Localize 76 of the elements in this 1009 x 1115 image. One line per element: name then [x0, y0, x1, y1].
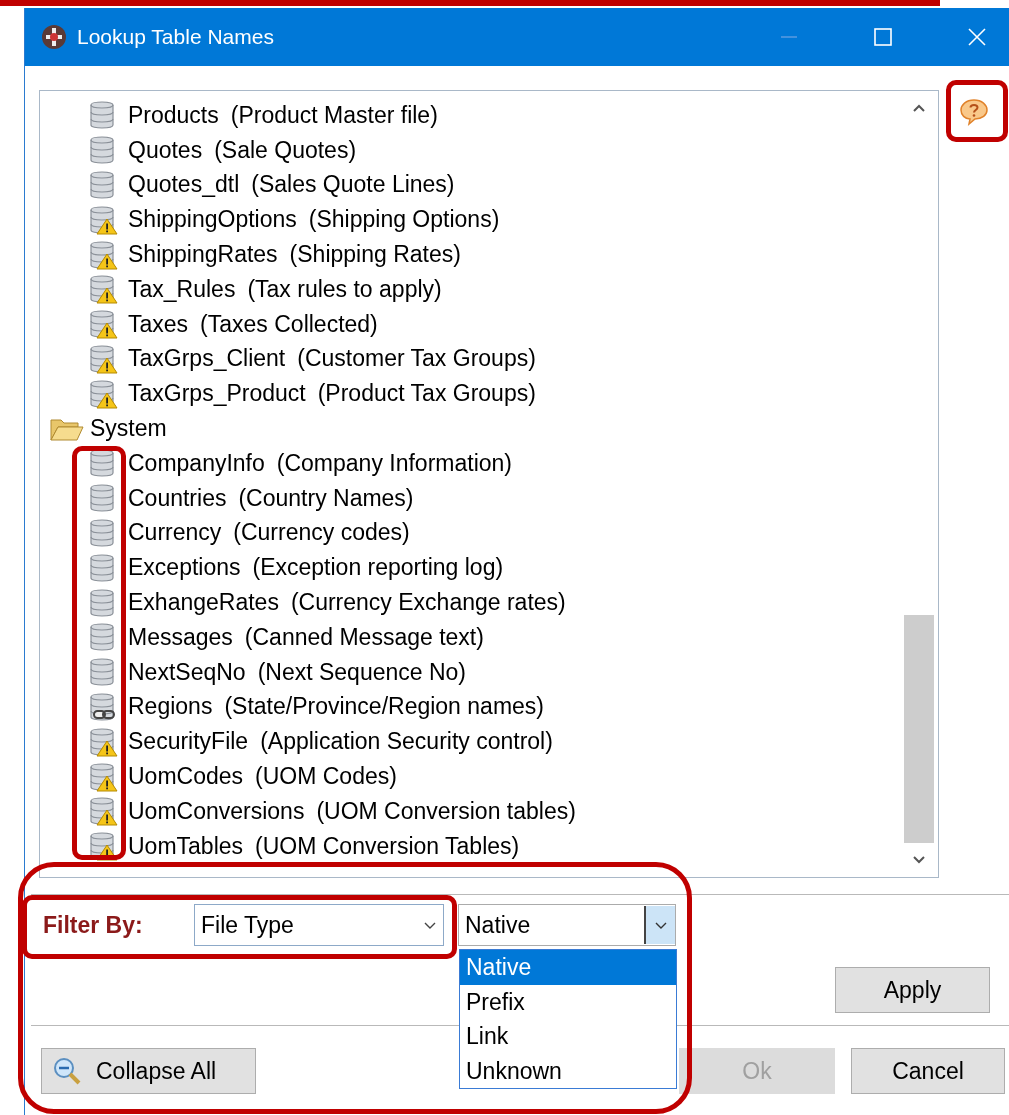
- table-name[interactable]: Countries: [128, 484, 227, 512]
- table-description: (Sale Quotes): [214, 136, 357, 164]
- table-name[interactable]: Currency: [128, 519, 222, 547]
- scroll-down-icon[interactable]: [912, 855, 926, 865]
- database-warning-icon: [88, 204, 118, 235]
- table-description: (Canned Message text): [244, 623, 484, 651]
- filter-field-dropdown[interactable]: File Type: [194, 904, 444, 946]
- table-name[interactable]: TaxGrps_Client: [128, 345, 286, 373]
- dropdown-option[interactable]: Unknown: [460, 1053, 676, 1088]
- chevron-icon: [653, 920, 668, 930]
- zoom-out-icon: [52, 1056, 82, 1086]
- folder-name[interactable]: System: [90, 415, 167, 443]
- table-description: (Currency codes): [233, 519, 410, 547]
- table-description: (Customer Tax Groups): [297, 345, 536, 373]
- database-link-icon: [88, 691, 118, 722]
- table-name[interactable]: Quotes: [128, 136, 203, 164]
- table-description: (UOM Conversion Tables): [255, 832, 520, 860]
- table-name[interactable]: ExhangeRates: [128, 589, 279, 617]
- collapse-all-button[interactable]: Collapse All: [41, 1048, 256, 1094]
- database-warning-icon: [88, 274, 118, 305]
- table-description: (Tax rules to apply): [247, 275, 442, 303]
- table-description: (Next Sequence No): [257, 658, 466, 686]
- table-description: (Application Security control): [260, 728, 553, 756]
- table-description: (Currency Exchange rates): [290, 589, 566, 617]
- dropdown-option[interactable]: Prefix: [460, 984, 676, 1019]
- dropdown-option[interactable]: Link: [460, 1019, 676, 1054]
- table-name[interactable]: CompanyInfo: [128, 449, 265, 477]
- table-name[interactable]: UomCodes: [128, 763, 244, 791]
- table-name[interactable]: UomTables: [128, 832, 244, 860]
- database-warning-icon: [88, 726, 118, 757]
- cancel-button[interactable]: Cancel: [851, 1048, 1005, 1094]
- table-name[interactable]: Exceptions: [128, 554, 241, 582]
- app-icon: [41, 24, 67, 50]
- database-warning-icon: [88, 378, 118, 409]
- database-warning-icon: [88, 831, 118, 862]
- table-description: (Taxes Collected): [200, 310, 378, 338]
- apply-button[interactable]: Apply: [835, 967, 990, 1013]
- table-description: (UOM Conversion tables): [316, 797, 576, 825]
- table-name[interactable]: Products: [128, 101, 219, 129]
- table-description: (State/Province/Region names): [224, 693, 544, 721]
- table-name[interactable]: Tax_Rules: [128, 275, 236, 303]
- table-description: (Company Information): [276, 449, 512, 477]
- help-icon[interactable]: [959, 98, 989, 126]
- table-name[interactable]: UomConversions: [128, 797, 305, 825]
- dropdown-button[interactable]: [644, 906, 675, 944]
- table-name[interactable]: Quotes_dtl: [128, 171, 240, 199]
- table-name[interactable]: ShippingOptions: [128, 206, 297, 234]
- window-title: Lookup Table Names: [77, 25, 274, 49]
- database-warning-icon: [88, 309, 118, 340]
- table-description: (Country Names): [238, 484, 414, 512]
- maximize-icon[interactable]: [873, 27, 893, 47]
- close-icon[interactable]: [967, 27, 987, 47]
- table-description: (Shipping Rates): [289, 241, 461, 269]
- table-name[interactable]: Taxes: [128, 310, 189, 338]
- table-description: (Product Tax Groups): [317, 380, 536, 408]
- table-description: (UOM Codes): [255, 763, 397, 791]
- database-warning-icon: [88, 761, 118, 792]
- table-description: (Exception reporting log): [252, 554, 504, 582]
- table-name[interactable]: TaxGrps_Product: [128, 380, 306, 408]
- scrollbar-thumb[interactable]: [904, 615, 934, 843]
- table-description: (Product Master file): [230, 101, 438, 129]
- filter-label: Filter By:: [43, 911, 144, 939]
- database-warning-icon: [88, 343, 118, 374]
- table-name[interactable]: NextSeqNo: [128, 658, 246, 686]
- dropdown-option[interactable]: Native: [460, 950, 676, 985]
- table-name[interactable]: Regions: [128, 693, 213, 721]
- database-warning-icon: [88, 239, 118, 270]
- table-name[interactable]: Messages: [128, 623, 233, 651]
- table-description: (Sales Quote Lines): [251, 171, 455, 199]
- database-warning-icon: [88, 796, 118, 827]
- scroll-up-icon[interactable]: [912, 103, 926, 113]
- highlight-frame: [946, 80, 1008, 142]
- chevron-icon: [423, 920, 437, 930]
- table-name[interactable]: ShippingRates: [128, 241, 278, 269]
- table-name[interactable]: SecurityFile: [128, 728, 249, 756]
- table-description: (Shipping Options): [308, 206, 500, 234]
